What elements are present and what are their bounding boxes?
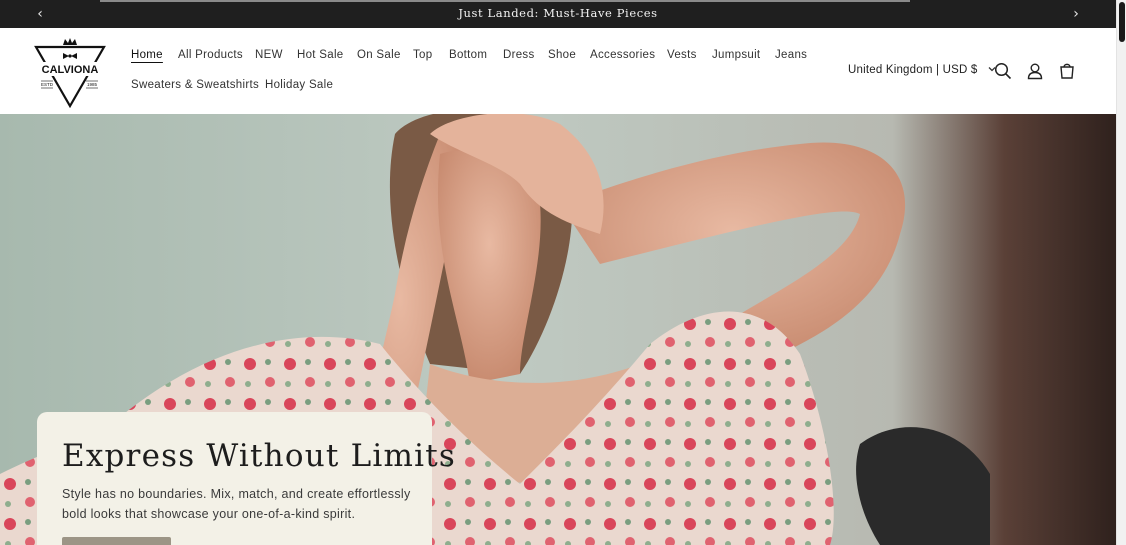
account-icon[interactable] bbox=[1025, 61, 1045, 81]
announcement-bar: ‹ Just Landed: Must-Have Pieces › bbox=[0, 0, 1116, 28]
page-scrollbar[interactable] bbox=[1116, 0, 1126, 545]
search-icon[interactable] bbox=[993, 61, 1013, 81]
country-currency-selector[interactable]: United Kingdom | USD $ bbox=[848, 64, 997, 76]
brand-logo[interactable]: CALVIONA ESTD 1985 bbox=[34, 36, 106, 108]
chevron-right-icon[interactable]: › bbox=[1068, 6, 1084, 22]
nav-home[interactable]: Home bbox=[131, 49, 163, 61]
brand-year: 1985 bbox=[87, 82, 98, 87]
hero-shop-button[interactable] bbox=[62, 537, 171, 545]
hero-text-card: Express Without Limits Style has no boun… bbox=[37, 412, 455, 545]
nav-top[interactable]: Top bbox=[413, 49, 432, 61]
cart-icon[interactable] bbox=[1057, 61, 1077, 81]
nav-sweaters-sweatshirts[interactable]: Sweaters & Sweatshirts bbox=[131, 79, 259, 91]
announcement-message[interactable]: Just Landed: Must-Have Pieces bbox=[0, 6, 1116, 20]
nav-accessories[interactable]: Accessories bbox=[590, 49, 655, 61]
announcement-divider bbox=[100, 0, 910, 2]
nav-shoe[interactable]: Shoe bbox=[548, 49, 576, 61]
nav-all-products[interactable]: All Products bbox=[178, 49, 243, 61]
nav-on-sale[interactable]: On Sale bbox=[357, 49, 401, 61]
nav-bottom[interactable]: Bottom bbox=[449, 49, 487, 61]
brand-name: CALVIONA bbox=[42, 64, 99, 76]
locale-label: United Kingdom | USD $ bbox=[848, 64, 978, 76]
nav-jeans[interactable]: Jeans bbox=[775, 49, 807, 61]
site-header: CALVIONA ESTD 1985 Home All Products NEW… bbox=[0, 28, 1116, 114]
nav-jumpsuit[interactable]: Jumpsuit bbox=[712, 49, 760, 61]
hero-heading: Express Without Limits bbox=[62, 438, 456, 474]
nav-vests[interactable]: Vests bbox=[667, 49, 697, 61]
brand-estd: ESTD bbox=[41, 82, 54, 87]
hero-banner: Express Without Limits Style has no boun… bbox=[0, 114, 1116, 545]
crown-icon bbox=[63, 38, 77, 45]
nav-holiday-sale[interactable]: Holiday Sale bbox=[265, 79, 333, 91]
hero-description: Style has no boundaries. Mix, match, and… bbox=[62, 487, 411, 521]
nav-hot-sale[interactable]: Hot Sale bbox=[297, 49, 344, 61]
nav-dress[interactable]: Dress bbox=[503, 49, 535, 61]
nav-new[interactable]: NEW bbox=[255, 49, 283, 61]
scrollbar-thumb[interactable] bbox=[1119, 2, 1125, 42]
